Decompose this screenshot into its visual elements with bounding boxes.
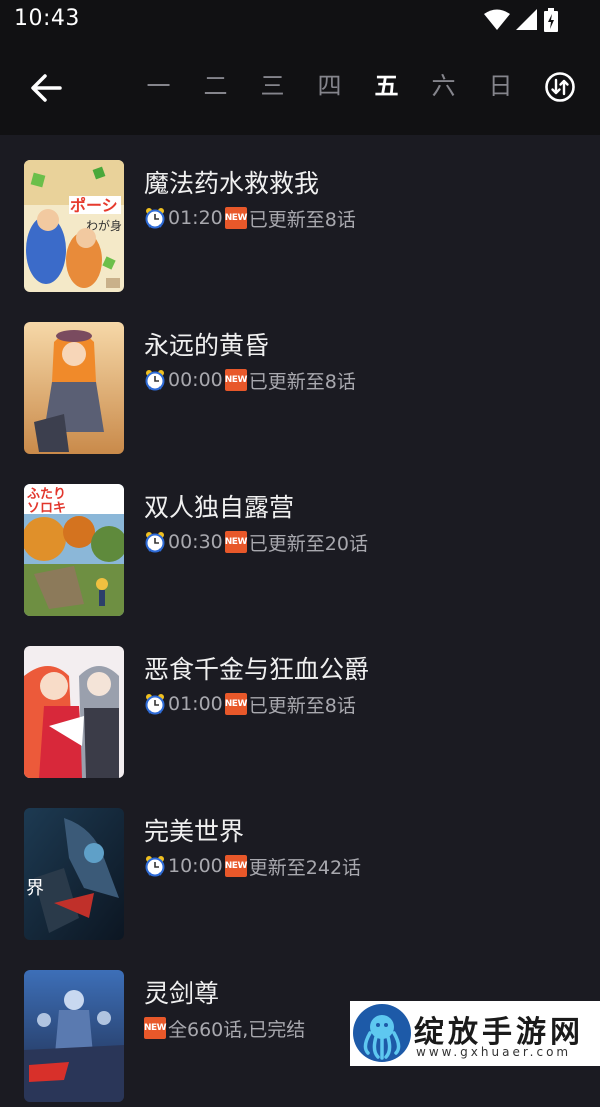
show-meta: 01:00 NEW 已更新至8话 bbox=[144, 692, 356, 717]
system-icons bbox=[484, 8, 558, 32]
show-meta: 10:00 NEW 更新至242话 bbox=[144, 854, 362, 879]
svg-text:ソロキ: ソロキ bbox=[27, 501, 66, 516]
watermark: 绽放手游网 www.gxhuaer.com bbox=[350, 1001, 600, 1066]
svg-text:ふたり: ふたり bbox=[27, 487, 66, 502]
alarm-clock-icon bbox=[145, 694, 165, 715]
watermark-url: www.gxhuaer.com bbox=[416, 1045, 572, 1059]
battery-icon bbox=[544, 8, 558, 32]
alarm-clock-icon bbox=[145, 370, 165, 391]
air-time: 01:00 bbox=[168, 693, 223, 715]
cover-image bbox=[24, 970, 124, 1102]
update-status: 全660话,已完结 bbox=[168, 1018, 306, 1041]
update-status: 已更新至20话 bbox=[248, 532, 368, 555]
cellular-signal-icon bbox=[516, 9, 537, 30]
cover-image: ふたり ソロキ bbox=[24, 484, 124, 616]
show-title: 永远的黄昏 bbox=[144, 331, 270, 360]
air-time: 00:00 bbox=[168, 369, 223, 391]
new-badge: NEW bbox=[224, 207, 247, 229]
tab-weekday[interactable]: 六 bbox=[415, 66, 472, 101]
svg-text:ポーシ: ポーシ bbox=[70, 196, 118, 215]
alarm-clock-icon bbox=[145, 532, 165, 553]
cover-image: 界 bbox=[24, 808, 124, 940]
new-badge: NEW bbox=[224, 693, 247, 715]
show-title: 灵剑尊 bbox=[144, 979, 220, 1008]
tab-weekday[interactable]: 二 bbox=[187, 66, 244, 101]
sort-toggle-icon[interactable] bbox=[544, 71, 576, 103]
tab-weekday[interactable]: 五 bbox=[358, 66, 415, 101]
new-badge: NEW bbox=[144, 1017, 167, 1039]
list-item[interactable]: ポーシ わが身 魔法药水救救我 01:20 NEW 已更新至8话 bbox=[0, 135, 600, 297]
show-meta: 00:30 NEW 已更新至20话 bbox=[144, 530, 368, 555]
update-status: 更新至242话 bbox=[248, 856, 362, 879]
tab-weekday[interactable]: 日 bbox=[472, 66, 529, 101]
update-status: 已更新至8话 bbox=[248, 694, 356, 717]
show-meta: NEW 全660话,已完结 bbox=[144, 1016, 306, 1041]
new-badge: NEW bbox=[224, 531, 247, 553]
status-bar: 10:43 bbox=[0, 0, 600, 40]
cover-image bbox=[24, 322, 124, 454]
weekday-tabs: 一二三四五六日 bbox=[130, 66, 529, 101]
top-bar: 一二三四五六日 bbox=[0, 40, 600, 135]
tab-weekday[interactable]: 一 bbox=[130, 66, 187, 101]
air-time: 10:00 bbox=[168, 855, 223, 877]
list-item[interactable]: ふたり ソロキ 双人独自露营 00:30 NEW 已更新至20话 bbox=[0, 459, 600, 621]
show-title: 完美世界 bbox=[144, 817, 245, 846]
air-time: 00:30 bbox=[168, 531, 223, 553]
show-title: 双人独自露营 bbox=[144, 493, 295, 522]
schedule-list: ポーシ わが身 魔法药水救救我 01:20 NEW 已更新至8话 永远的黄昏 0… bbox=[0, 135, 600, 1107]
cover-image bbox=[24, 646, 124, 778]
show-meta: 01:20 NEW 已更新至8话 bbox=[144, 206, 356, 231]
tab-weekday[interactable]: 三 bbox=[244, 66, 301, 101]
new-badge: NEW bbox=[224, 369, 247, 391]
update-status: 已更新至8话 bbox=[248, 208, 356, 231]
air-time: 01:20 bbox=[168, 207, 223, 229]
new-badge: NEW bbox=[224, 855, 247, 877]
status-time: 10:43 bbox=[14, 6, 80, 31]
update-status: 已更新至8话 bbox=[248, 370, 356, 393]
alarm-clock-icon bbox=[145, 856, 165, 877]
show-title: 魔法药水救救我 bbox=[144, 169, 320, 198]
list-item[interactable]: 恶食千金与狂血公爵 01:00 NEW 已更新至8话 bbox=[0, 621, 600, 783]
alarm-clock-icon bbox=[145, 208, 165, 229]
cover-image: ポーシ わが身 bbox=[24, 160, 124, 292]
back-arrow-icon[interactable] bbox=[26, 68, 66, 108]
show-title: 恶食千金与狂血公爵 bbox=[144, 655, 370, 684]
show-meta: 00:00 NEW 已更新至8话 bbox=[144, 368, 356, 393]
list-item[interactable]: 永远的黄昏 00:00 NEW 已更新至8话 bbox=[0, 297, 600, 459]
svg-text:界: 界 bbox=[26, 878, 44, 899]
wifi-icon bbox=[484, 9, 510, 30]
tab-weekday[interactable]: 四 bbox=[301, 66, 358, 101]
list-item[interactable]: 界 完美世界 10:00 NEW 更新至242话 bbox=[0, 783, 600, 945]
octopus-logo-icon bbox=[353, 1004, 411, 1062]
